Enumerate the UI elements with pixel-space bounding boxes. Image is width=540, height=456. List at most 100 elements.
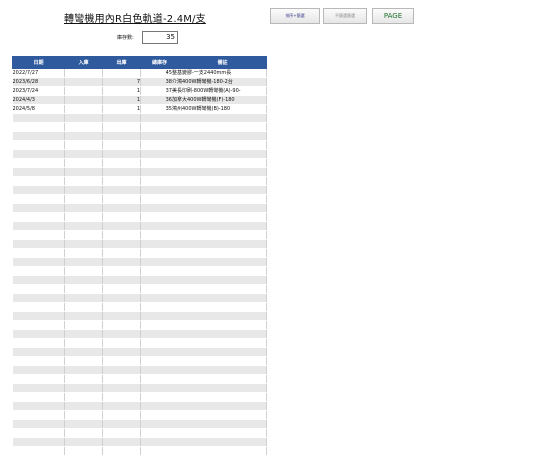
table-row[interactable] xyxy=(12,428,267,438)
cell-total[interactable] xyxy=(140,149,267,159)
cell-total[interactable] xyxy=(140,329,267,339)
cell-out[interactable] xyxy=(102,149,141,159)
cell-total[interactable] xyxy=(140,239,267,249)
cell-in[interactable] xyxy=(64,104,103,114)
table-row[interactable] xyxy=(12,149,267,159)
table-row[interactable] xyxy=(12,140,267,150)
cell-out[interactable] xyxy=(102,131,141,141)
cell-date[interactable] xyxy=(12,284,65,294)
cell-out[interactable] xyxy=(102,311,141,321)
cell-in[interactable] xyxy=(64,428,103,438)
cell-total[interactable] xyxy=(140,113,267,123)
cell-in[interactable] xyxy=(64,419,103,429)
cell-out[interactable] xyxy=(102,257,141,267)
cell-total[interactable] xyxy=(140,293,267,303)
cell-out[interactable] xyxy=(102,275,141,285)
table-row[interactable] xyxy=(12,194,267,204)
cell-out[interactable] xyxy=(102,239,141,249)
cell-total[interactable] xyxy=(140,437,267,447)
table-row[interactable] xyxy=(12,320,267,330)
cell-date[interactable] xyxy=(12,329,65,339)
cell-out[interactable]: 1 xyxy=(102,95,141,105)
cell-date[interactable] xyxy=(12,275,65,285)
table-row[interactable]: 2024/4/3 1 36加拿大400W轉彎機(F)-180 xyxy=(12,95,267,105)
cell-total[interactable] xyxy=(140,203,267,213)
cell-in[interactable] xyxy=(64,167,103,177)
cell-in[interactable] xyxy=(64,383,103,393)
cell-in[interactable] xyxy=(64,374,103,384)
cell-out[interactable] xyxy=(102,221,141,231)
cell-in[interactable] xyxy=(64,257,103,267)
table-row[interactable] xyxy=(12,401,267,411)
cell-date[interactable]: 2024/4/3 xyxy=(12,95,65,105)
cell-total[interactable]: 38介鴻400W轉彎機-180-2台 xyxy=(140,77,267,87)
cell-date[interactable] xyxy=(12,302,65,312)
cell-date[interactable]: 2024/5/8 xyxy=(12,104,65,114)
cell-in[interactable] xyxy=(64,311,103,321)
table-row[interactable]: 2022/7/27 45整基變膠-一支2440mm長 xyxy=(12,68,267,78)
cell-in[interactable] xyxy=(64,203,103,213)
cell-total[interactable] xyxy=(140,356,267,366)
cell-date[interactable] xyxy=(12,122,65,132)
cell-in[interactable] xyxy=(64,95,103,105)
cell-total[interactable] xyxy=(140,365,267,375)
cell-date[interactable] xyxy=(12,221,65,231)
cell-total[interactable] xyxy=(140,122,267,132)
cell-in[interactable] xyxy=(64,113,103,123)
cell-total[interactable] xyxy=(140,320,267,330)
cell-total[interactable] xyxy=(140,284,267,294)
cell-in[interactable] xyxy=(64,212,103,222)
cell-in[interactable] xyxy=(64,68,103,78)
cell-out[interactable] xyxy=(102,68,141,78)
cell-in[interactable] xyxy=(64,410,103,420)
cell-date[interactable] xyxy=(12,410,65,420)
table-row[interactable] xyxy=(12,257,267,267)
cell-date[interactable] xyxy=(12,167,65,177)
table-row[interactable] xyxy=(12,266,267,276)
cell-in[interactable] xyxy=(64,392,103,402)
cell-out[interactable] xyxy=(102,158,141,168)
cell-total[interactable] xyxy=(140,428,267,438)
cell-out[interactable] xyxy=(102,374,141,384)
cell-date[interactable] xyxy=(12,158,65,168)
table-row[interactable] xyxy=(12,419,267,429)
cell-in[interactable] xyxy=(64,365,103,375)
cell-out[interactable] xyxy=(102,446,141,456)
cell-in[interactable] xyxy=(64,158,103,168)
cell-total[interactable] xyxy=(140,374,267,384)
cell-date[interactable] xyxy=(12,212,65,222)
table-row[interactable] xyxy=(12,158,267,168)
cell-out[interactable] xyxy=(102,284,141,294)
cell-in[interactable] xyxy=(64,77,103,87)
table-row[interactable] xyxy=(12,212,267,222)
cell-out[interactable]: 1 xyxy=(102,86,141,96)
table-row[interactable] xyxy=(12,338,267,348)
cell-out[interactable] xyxy=(102,122,141,132)
cell-out[interactable] xyxy=(102,167,141,177)
table-row[interactable] xyxy=(12,311,267,321)
cell-in[interactable] xyxy=(64,230,103,240)
cell-date[interactable] xyxy=(12,203,65,213)
table-row[interactable] xyxy=(12,221,267,231)
cell-out[interactable] xyxy=(102,329,141,339)
cell-out[interactable] xyxy=(102,365,141,375)
table-row[interactable] xyxy=(12,284,267,294)
cell-out[interactable]: 1 xyxy=(102,104,141,114)
cell-total[interactable]: 37美長印刷-800W轉彎機(A)-90- xyxy=(140,86,267,96)
cell-date[interactable] xyxy=(12,428,65,438)
cell-date[interactable] xyxy=(12,392,65,402)
cell-in[interactable] xyxy=(64,338,103,348)
table-row[interactable] xyxy=(12,176,267,186)
cell-in[interactable] xyxy=(64,194,103,204)
table-row[interactable] xyxy=(12,437,267,447)
cell-date[interactable] xyxy=(12,176,65,186)
cell-out[interactable] xyxy=(102,140,141,150)
cell-date[interactable] xyxy=(12,248,65,258)
cell-total[interactable] xyxy=(140,257,267,267)
cell-in[interactable] xyxy=(64,293,103,303)
table-row[interactable] xyxy=(12,392,267,402)
cell-total[interactable] xyxy=(140,383,267,393)
cell-in[interactable] xyxy=(64,347,103,357)
cell-total[interactable]: 35鴻州400W轉彎機(B)-180 xyxy=(140,104,267,114)
cell-in[interactable] xyxy=(64,401,103,411)
